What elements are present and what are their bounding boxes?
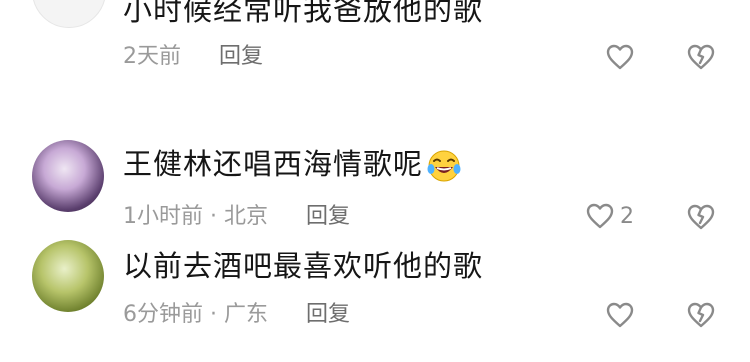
heart-outline-icon (586, 203, 614, 229)
avatar[interactable] (32, 140, 104, 212)
comment-time-location: 6分钟前 · 广东 (123, 302, 268, 327)
laughing-tears-emoji (425, 149, 463, 183)
like-button[interactable] (606, 302, 634, 328)
comment-time-location: 1小时前 · 北京 (123, 204, 268, 229)
comment-text: 小时候经常听我爸放他的歌 (123, 0, 484, 27)
dislike-button[interactable] (687, 302, 715, 328)
like-button[interactable]: 2 (586, 203, 634, 229)
broken-heart-icon (687, 302, 715, 328)
reply-button[interactable]: 回复 (306, 302, 350, 328)
comment-time: 2天前 (123, 44, 181, 69)
reply-button[interactable]: 回复 (306, 204, 350, 230)
comment-text: 王健林还唱西海情歌呢 (123, 148, 463, 183)
heart-outline-icon (606, 302, 634, 328)
comment-text: 以前去酒吧最喜欢听他的歌 (123, 249, 484, 283)
like-count: 2 (620, 203, 634, 229)
dislike-button[interactable] (687, 204, 715, 230)
avatar[interactable] (32, 240, 104, 312)
like-button[interactable] (606, 44, 634, 70)
comment-body: 王健林还唱西海情歌呢 (123, 147, 424, 181)
broken-heart-icon (687, 204, 715, 230)
comment-meta: 2天前 回复 (123, 44, 263, 70)
dislike-button[interactable] (687, 44, 715, 70)
broken-heart-icon (687, 44, 715, 70)
comment-meta: 6分钟前 · 广东 回复 (123, 302, 350, 328)
comment-meta: 1小时前 · 北京 回复 (123, 204, 350, 230)
heart-outline-icon (606, 44, 634, 70)
avatar[interactable] (32, 0, 106, 28)
reply-button[interactable]: 回复 (219, 44, 263, 70)
